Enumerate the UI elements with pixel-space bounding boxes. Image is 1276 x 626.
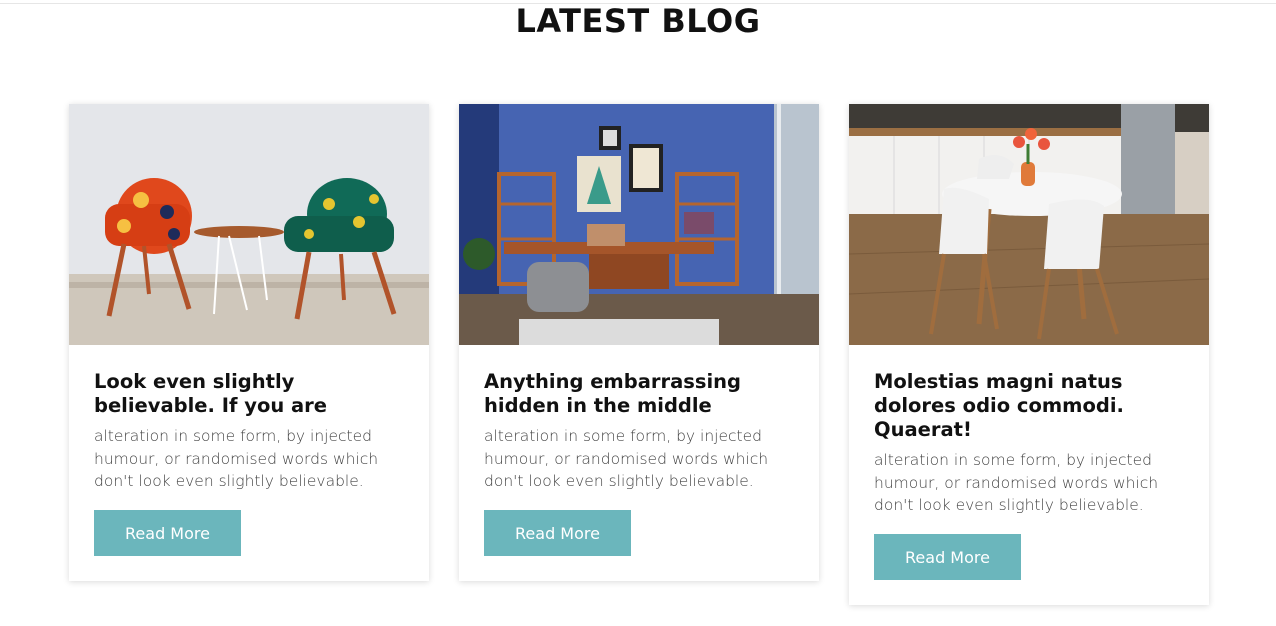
read-more-button[interactable]: Read More bbox=[874, 533, 1021, 580]
dining-kitchen-photo-icon bbox=[849, 104, 1209, 345]
chairs-photo-icon bbox=[69, 104, 429, 345]
post-title[interactable]: Anything embarrassing hidden in the midd… bbox=[484, 370, 794, 418]
office-room-photo-icon bbox=[459, 104, 819, 345]
blog-image-chairs[interactable] bbox=[69, 104, 429, 345]
blog-image-office[interactable] bbox=[459, 104, 819, 345]
post-title[interactable]: Molestias magni natus dolores odio commo… bbox=[874, 370, 1184, 442]
blog-card: Molestias magni natus dolores odio commo… bbox=[849, 104, 1209, 605]
post-title[interactable]: Look even slightly believable. If you ar… bbox=[94, 370, 404, 418]
section-title: LATEST BLOG bbox=[515, 2, 761, 40]
post-excerpt: alteration in some form, by injected hum… bbox=[874, 451, 1159, 514]
blog-card: Look even slightly believable. If you ar… bbox=[69, 104, 429, 581]
read-more-button[interactable]: Read More bbox=[94, 509, 241, 556]
read-more-button[interactable]: Read More bbox=[484, 509, 631, 556]
card-body: Anything embarrassing hidden in the midd… bbox=[459, 345, 819, 581]
blog-cards: Look even slightly believable. If you ar… bbox=[69, 104, 1209, 605]
blog-image-dining[interactable] bbox=[849, 104, 1209, 345]
post-excerpt: alteration in some form, by injected hum… bbox=[484, 427, 769, 490]
card-body: Molestias magni natus dolores odio commo… bbox=[849, 345, 1209, 605]
post-excerpt: alteration in some form, by injected hum… bbox=[94, 427, 379, 490]
blog-card: Anything embarrassing hidden in the midd… bbox=[459, 104, 819, 581]
card-body: Look even slightly believable. If you ar… bbox=[69, 345, 429, 581]
